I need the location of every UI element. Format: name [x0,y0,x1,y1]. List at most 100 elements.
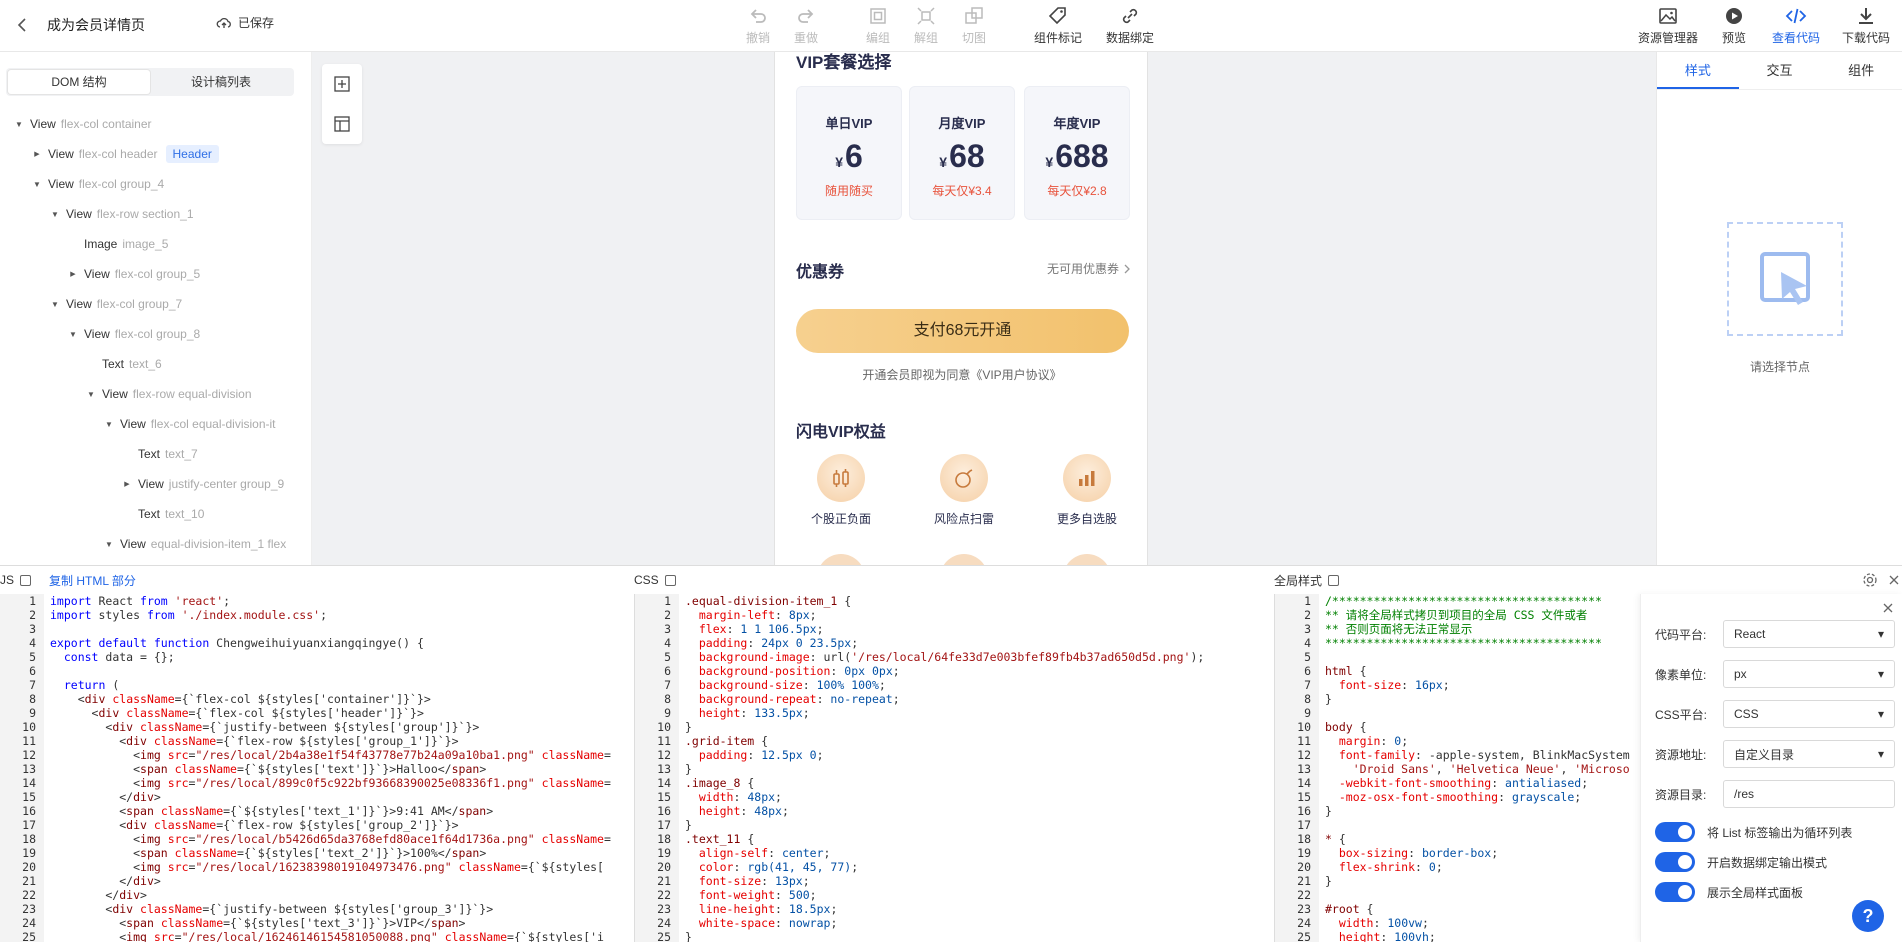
redo-button[interactable]: 重做 [794,5,818,46]
node-name: View [66,297,92,311]
toggle-label: 开启数据绑定输出模式 [1707,855,1828,870]
download-code-button[interactable]: 下载代码 [1842,5,1890,46]
link-icon [1122,8,1138,24]
tree-node[interactable]: ▼ View flex-row section_1 [50,204,193,224]
design-canvas: VIP套餐选择 单日VIP ¥6 随用随买 月度VIP ¥68 每天仅¥3.4 … [312,52,1656,565]
tree-node[interactable]: ▶ View flex-col header Header [32,144,219,164]
right-label: 风险点扫雷 [933,512,994,526]
resource-manager-button[interactable]: 资源管理器 [1638,5,1698,46]
caret-right-icon[interactable]: ▶ [32,150,42,158]
group-button[interactable]: 编组 [866,5,890,46]
ungroup-button[interactable]: 解组 [914,5,938,46]
plan-card-daily[interactable]: 单日VIP ¥6 随用随买 [796,86,902,220]
platform-label: 代码平台: [1655,627,1707,642]
caret-down-icon[interactable]: ▼ [50,210,60,219]
caret-down-icon[interactable]: ▼ [50,300,60,309]
cloud-upload-icon [216,17,231,28]
tree-node[interactable]: ▼ View flex-col group_8 [68,324,200,344]
plan-price: ¥6 [797,138,901,174]
tree-node[interactable]: Text text_10 [138,504,204,524]
caret-down-icon[interactable]: ▼ [14,120,24,129]
copy-html-link[interactable]: 复制 HTML 部分 [49,572,136,589]
copy-icon[interactable] [20,574,32,586]
tab-component[interactable]: 组件 [1820,52,1902,89]
caret-right-icon[interactable]: ▶ [122,480,132,488]
view-code-button[interactable]: 查看代码 [1772,5,1820,46]
agreement-text[interactable]: 开通会员即视为同意《VIP用户协议》 [775,366,1147,383]
caret-down-icon[interactable]: ▼ [104,420,114,429]
plan-card-yearly[interactable]: 年度VIP ¥688 每天仅¥2.8 [1024,86,1130,220]
tree-node[interactable]: ▶ View flex-col group_5 [68,264,200,284]
caret-right-icon[interactable]: ▶ [68,270,78,278]
global-style-editor[interactable]: 1 2 3 4 5 6 7 8 9 10 11 12 13 14 15 16 17 18 19 20 21 22 23 24 2… [1274,594,1640,942]
tree-node[interactable]: Text text_6 [102,354,162,374]
js-header: JS 复制 HTML 部分 [0,566,136,594]
close-panel-icon[interactable] [1888,566,1900,594]
node-name: View [120,537,146,551]
layout-button[interactable] [322,104,362,144]
line-numbers: 1 2 3 4 5 6 7 8 9 10 11 12 13 14 15 16 17 18 19 20 21 22 23 24 2… [635,594,679,942]
right-item[interactable]: 风险点扫雷 [914,454,1014,527]
tree-node[interactable]: ▼ View equal-division-item_1 flex [104,534,286,554]
toggle-label: 将 List 标签输出为循环列表 [1707,825,1853,840]
undo-button[interactable]: 撤销 [746,5,770,46]
plan-card-monthly[interactable]: 月度VIP ¥68 每天仅¥3.4 [909,86,1015,220]
list-loop-toggle[interactable] [1655,822,1695,842]
back-arrow-icon[interactable] [12,14,34,36]
caret-down-icon[interactable]: ▼ [86,390,96,399]
css-platform-select[interactable]: CSS ▾ [1723,700,1895,728]
data-binding-button[interactable]: 数据绑定 [1106,5,1154,46]
ungroup-icon [917,7,935,25]
right-label: 更多自选股 [1056,512,1117,526]
caret-down-icon[interactable]: ▼ [68,330,78,339]
preview-button[interactable]: 预览 [1722,5,1746,46]
price-value: 688 [1055,138,1109,174]
right-item[interactable]: 个股正负面 [791,454,891,527]
copy-icon[interactable] [1328,574,1340,586]
toggle-row: 开启数据绑定输出模式 [1655,852,1827,872]
slice-button[interactable]: 切图 [962,5,986,46]
preview-label: 预览 [1722,31,1747,45]
resource-manager-label: 资源管理器 [1638,31,1699,45]
js-editor[interactable]: 1 2 3 4 5 6 7 8 9 10 11 12 13 14 15 16 17 18 19 20 21 22 23 24 2… [0,594,632,942]
tree-node[interactable]: ▼ View flex-row equal-division [86,384,251,404]
platform-select[interactable]: React ▾ [1723,620,1895,648]
tab-design-list[interactable]: 设计稿列表 [150,70,292,94]
caret-down-icon[interactable]: ▼ [32,180,42,189]
unit-select[interactable]: px ▾ [1723,660,1895,688]
js-label: JS [0,573,15,587]
price-value: 6 [845,138,863,174]
add-element-button[interactable] [322,64,362,104]
data-binding-toggle[interactable] [1655,852,1695,872]
tree-node[interactable]: ▼ View flex-col equal-division-it [104,414,275,434]
node-name: View [84,267,110,281]
tree-node[interactable]: Image image_5 [84,234,168,254]
tab-interaction[interactable]: 交互 [1739,52,1821,89]
gear-icon[interactable] [1862,566,1878,594]
tree-node[interactable]: ▼ View flex-col group_7 [50,294,182,314]
help-button[interactable]: ? [1852,900,1884,932]
close-settings-icon[interactable] [1882,602,1894,614]
right-item[interactable]: 更多自选股 [1037,454,1137,527]
css-editor[interactable]: 1 2 3 4 5 6 7 8 9 10 11 12 13 14 15 16 17 18 19 20 21 22 23 24 2… [634,594,1272,942]
dir-input[interactable]: /res [1723,780,1895,808]
page-title: 成为会员详情页 [47,17,145,33]
tab-style[interactable]: 样式 [1657,52,1739,89]
tree-node[interactable]: Text text_7 [138,444,198,464]
res-select[interactable]: 自定义目录 ▾ [1723,740,1895,768]
copy-icon[interactable] [664,574,676,586]
slice-label: 切图 [962,31,987,45]
res-value: 自定义目录 [1734,747,1795,762]
coupon-selector[interactable]: 无可用优惠券 [1047,260,1131,277]
global-style-toggle[interactable] [1655,882,1695,902]
tree-node[interactable]: ▼ View flex-col container [14,114,151,134]
tree-node[interactable]: ▼ View flex-col group_4 [32,174,164,194]
tab-dom-structure[interactable]: DOM 结构 [8,70,150,94]
right-panel: 样式 交互 组件 请选择节点 [1656,52,1902,565]
caret-down-icon[interactable]: ▼ [104,540,114,549]
pay-button[interactable]: 支付68元开通 [796,309,1129,353]
component-tag-button[interactable]: 组件标记 [1034,5,1082,46]
tree-node[interactable]: ▶ View justify-center group_9 [122,474,284,494]
plan-desc: 每天仅¥2.8 [1047,184,1107,198]
top-toolbar: 成为会员详情页 已保存 撤销 重做 编组 解组 切图 组件标记 数据绑定 资源管… [0,0,1902,52]
